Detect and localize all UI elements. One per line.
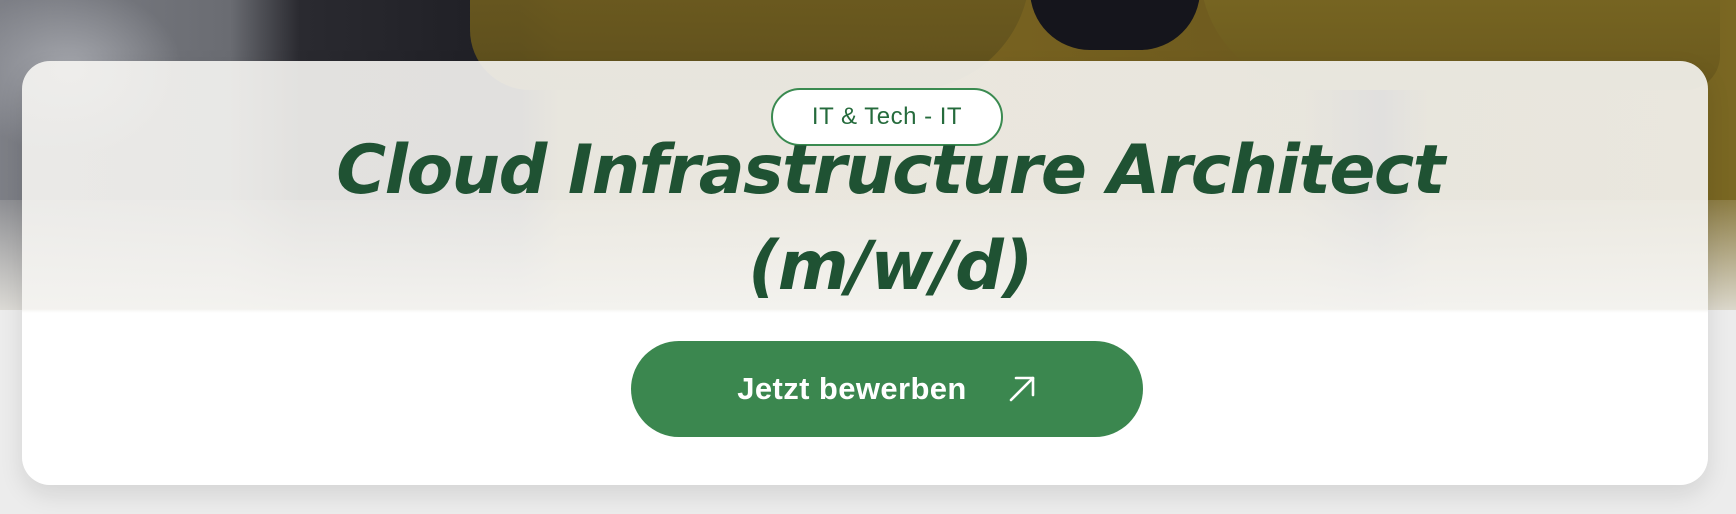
job-title-line-1: Cloud Infrastructure Architect — [336, 131, 1445, 210]
job-title: Cloud Infrastructure Architect (m/w/d) — [322, 123, 1458, 315]
job-header-card: IT & Tech - IT Cloud Infrastructure Arch… — [22, 61, 1708, 485]
job-hero: IT & Tech - IT Cloud Infrastructure Arch… — [0, 0, 1736, 514]
job-title-line-2: (m/w/d) — [748, 227, 1033, 306]
apply-button[interactable]: Jetzt bewerben — [631, 341, 1143, 437]
apply-button-label: Jetzt bewerben — [737, 371, 967, 406]
arrow-up-right-icon — [1007, 374, 1037, 404]
